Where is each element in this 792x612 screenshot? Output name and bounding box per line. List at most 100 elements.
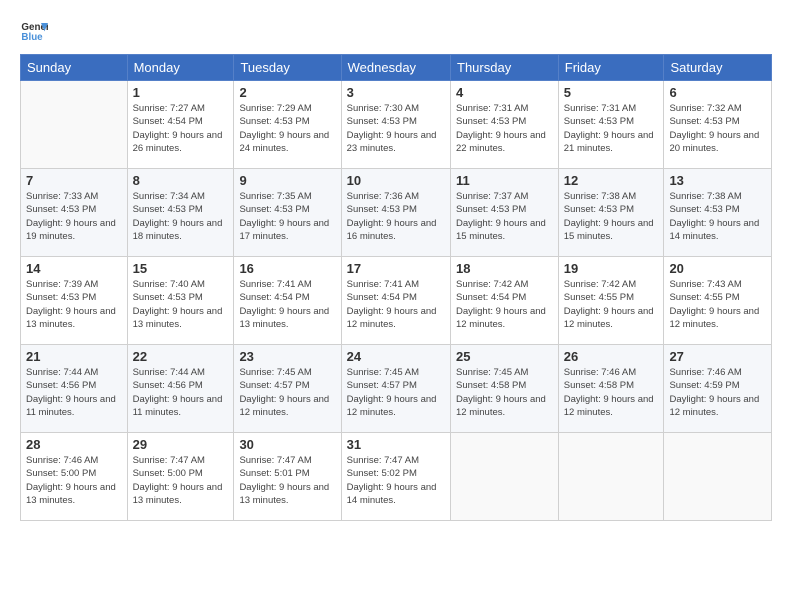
day-number: 15 <box>133 261 229 276</box>
day-info: Sunrise: 7:30 AMSunset: 4:53 PMDaylight:… <box>347 102 445 155</box>
weekday-header-friday: Friday <box>558 55 664 81</box>
svg-text:Blue: Blue <box>21 32 43 43</box>
day-number: 20 <box>669 261 766 276</box>
calendar-cell: 10 Sunrise: 7:36 AMSunset: 4:53 PMDayligh… <box>341 169 450 257</box>
day-number: 31 <box>347 437 445 452</box>
day-info: Sunrise: 7:46 AMSunset: 5:00 PMDaylight:… <box>26 454 122 507</box>
day-info: Sunrise: 7:35 AMSunset: 4:53 PMDaylight:… <box>239 190 335 243</box>
calendar-cell: 6 Sunrise: 7:32 AMSunset: 4:53 PMDaylight… <box>664 81 772 169</box>
day-info: Sunrise: 7:45 AMSunset: 4:57 PMDaylight:… <box>347 366 445 419</box>
calendar-cell: 30 Sunrise: 7:47 AMSunset: 5:01 PMDayligh… <box>234 433 341 521</box>
calendar-cell <box>664 433 772 521</box>
day-number: 25 <box>456 349 553 364</box>
day-number: 11 <box>456 173 553 188</box>
day-info: Sunrise: 7:42 AMSunset: 4:54 PMDaylight:… <box>456 278 553 331</box>
day-number: 18 <box>456 261 553 276</box>
day-info: Sunrise: 7:45 AMSunset: 4:58 PMDaylight:… <box>456 366 553 419</box>
calendar-cell: 27Sunrise: 7:46 AMSunset: 4:59 PMDayligh… <box>664 345 772 433</box>
logo-icon: General Blue <box>20 16 48 44</box>
day-info: Sunrise: 7:27 AMSunset: 4:54 PMDaylight:… <box>133 102 229 155</box>
day-info: Sunrise: 7:33 AMSunset: 4:53 PMDaylight:… <box>26 190 122 243</box>
day-number: 14 <box>26 261 122 276</box>
day-info: Sunrise: 7:45 AMSunset: 4:57 PMDaylight:… <box>239 366 335 419</box>
calendar-cell: 23Sunrise: 7:45 AMSunset: 4:57 PMDayligh… <box>234 345 341 433</box>
weekday-header-wednesday: Wednesday <box>341 55 450 81</box>
weekday-header-monday: Monday <box>127 55 234 81</box>
day-number: 3 <box>347 85 445 100</box>
day-number: 26 <box>564 349 659 364</box>
day-info: Sunrise: 7:47 AMSunset: 5:00 PMDaylight:… <box>133 454 229 507</box>
day-number: 6 <box>669 85 766 100</box>
calendar-cell: 19 Sunrise: 7:42 AMSunset: 4:55 PMDayligh… <box>558 257 664 345</box>
calendar-cell: 12 Sunrise: 7:38 AMSunset: 4:53 PMDayligh… <box>558 169 664 257</box>
calendar-week-5: 28 Sunrise: 7:46 AMSunset: 5:00 PMDayligh… <box>21 433 772 521</box>
day-info: Sunrise: 7:47 AMSunset: 5:01 PMDaylight:… <box>239 454 335 507</box>
calendar-cell: 13 Sunrise: 7:38 AMSunset: 4:53 PMDayligh… <box>664 169 772 257</box>
day-number: 2 <box>239 85 335 100</box>
calendar-cell: 22 Sunrise: 7:44 AMSunset: 4:56 PMDayligh… <box>127 345 234 433</box>
day-info: Sunrise: 7:38 AMSunset: 4:53 PMDaylight:… <box>669 190 766 243</box>
day-info: Sunrise: 7:41 AMSunset: 4:54 PMDaylight:… <box>347 278 445 331</box>
calendar-week-1: 1 Sunrise: 7:27 AMSunset: 4:54 PMDaylight… <box>21 81 772 169</box>
calendar-cell <box>451 433 559 521</box>
calendar-cell: 21 Sunrise: 7:44 AMSunset: 4:56 PMDayligh… <box>21 345 128 433</box>
calendar-cell: 4Sunrise: 7:31 AMSunset: 4:53 PMDaylight… <box>451 81 559 169</box>
calendar-cell: 24 Sunrise: 7:45 AMSunset: 4:57 PMDayligh… <box>341 345 450 433</box>
calendar-cell: 29 Sunrise: 7:47 AMSunset: 5:00 PMDayligh… <box>127 433 234 521</box>
day-number: 1 <box>133 85 229 100</box>
calendar-cell: 28 Sunrise: 7:46 AMSunset: 5:00 PMDayligh… <box>21 433 128 521</box>
day-number: 21 <box>26 349 122 364</box>
calendar-cell: 18 Sunrise: 7:42 AMSunset: 4:54 PMDayligh… <box>451 257 559 345</box>
day-number: 24 <box>347 349 445 364</box>
day-number: 10 <box>347 173 445 188</box>
day-info: Sunrise: 7:38 AMSunset: 4:53 PMDaylight:… <box>564 190 659 243</box>
calendar-cell: 26 Sunrise: 7:46 AMSunset: 4:58 PMDayligh… <box>558 345 664 433</box>
day-info: Sunrise: 7:44 AMSunset: 4:56 PMDaylight:… <box>26 366 122 419</box>
calendar-table: SundayMondayTuesdayWednesdayThursdayFrid… <box>20 54 772 521</box>
calendar-cell <box>558 433 664 521</box>
day-number: 27 <box>669 349 766 364</box>
calendar-cell: 16 Sunrise: 7:41 AMSunset: 4:54 PMDayligh… <box>234 257 341 345</box>
day-info: Sunrise: 7:44 AMSunset: 4:56 PMDaylight:… <box>133 366 229 419</box>
calendar-cell: 5 Sunrise: 7:31 AMSunset: 4:53 PMDaylight… <box>558 81 664 169</box>
calendar-cell <box>21 81 128 169</box>
day-number: 9 <box>239 173 335 188</box>
day-number: 17 <box>347 261 445 276</box>
calendar-cell: 11 Sunrise: 7:37 AMSunset: 4:53 PMDayligh… <box>451 169 559 257</box>
day-info: Sunrise: 7:32 AMSunset: 4:53 PMDaylight:… <box>669 102 766 155</box>
calendar-cell: 17 Sunrise: 7:41 AMSunset: 4:54 PMDayligh… <box>341 257 450 345</box>
calendar-cell: 1 Sunrise: 7:27 AMSunset: 4:54 PMDaylight… <box>127 81 234 169</box>
day-number: 7 <box>26 173 122 188</box>
day-info: Sunrise: 7:34 AMSunset: 4:53 PMDaylight:… <box>133 190 229 243</box>
day-info: Sunrise: 7:36 AMSunset: 4:53 PMDaylight:… <box>347 190 445 243</box>
day-info: Sunrise: 7:43 AMSunset: 4:55 PMDaylight:… <box>669 278 766 331</box>
day-info: Sunrise: 7:46 AMSunset: 4:58 PMDaylight:… <box>564 366 659 419</box>
day-info: Sunrise: 7:47 AMSunset: 5:02 PMDaylight:… <box>347 454 445 507</box>
weekday-header-sunday: Sunday <box>21 55 128 81</box>
calendar-cell: 15Sunrise: 7:40 AMSunset: 4:53 PMDayligh… <box>127 257 234 345</box>
day-info: Sunrise: 7:29 AMSunset: 4:53 PMDaylight:… <box>239 102 335 155</box>
page-header: General Blue <box>20 16 772 44</box>
weekday-header-tuesday: Tuesday <box>234 55 341 81</box>
day-number: 28 <box>26 437 122 452</box>
day-info: Sunrise: 7:31 AMSunset: 4:53 PMDaylight:… <box>564 102 659 155</box>
day-info: Sunrise: 7:41 AMSunset: 4:54 PMDaylight:… <box>239 278 335 331</box>
day-number: 22 <box>133 349 229 364</box>
day-number: 12 <box>564 173 659 188</box>
calendar-cell: 31 Sunrise: 7:47 AMSunset: 5:02 PMDayligh… <box>341 433 450 521</box>
calendar-cell: 8Sunrise: 7:34 AMSunset: 4:53 PMDaylight… <box>127 169 234 257</box>
calendar-cell: 2 Sunrise: 7:29 AMSunset: 4:53 PMDaylight… <box>234 81 341 169</box>
day-number: 5 <box>564 85 659 100</box>
day-number: 16 <box>239 261 335 276</box>
day-number: 13 <box>669 173 766 188</box>
calendar-week-2: 7 Sunrise: 7:33 AMSunset: 4:53 PMDaylight… <box>21 169 772 257</box>
calendar-cell: 9 Sunrise: 7:35 AMSunset: 4:53 PMDaylight… <box>234 169 341 257</box>
day-info: Sunrise: 7:37 AMSunset: 4:53 PMDaylight:… <box>456 190 553 243</box>
calendar-cell: 25 Sunrise: 7:45 AMSunset: 4:58 PMDayligh… <box>451 345 559 433</box>
day-number: 19 <box>564 261 659 276</box>
day-number: 30 <box>239 437 335 452</box>
day-number: 29 <box>133 437 229 452</box>
day-info: Sunrise: 7:42 AMSunset: 4:55 PMDaylight:… <box>564 278 659 331</box>
weekday-header-thursday: Thursday <box>451 55 559 81</box>
calendar-week-3: 14Sunrise: 7:39 AMSunset: 4:53 PMDayligh… <box>21 257 772 345</box>
